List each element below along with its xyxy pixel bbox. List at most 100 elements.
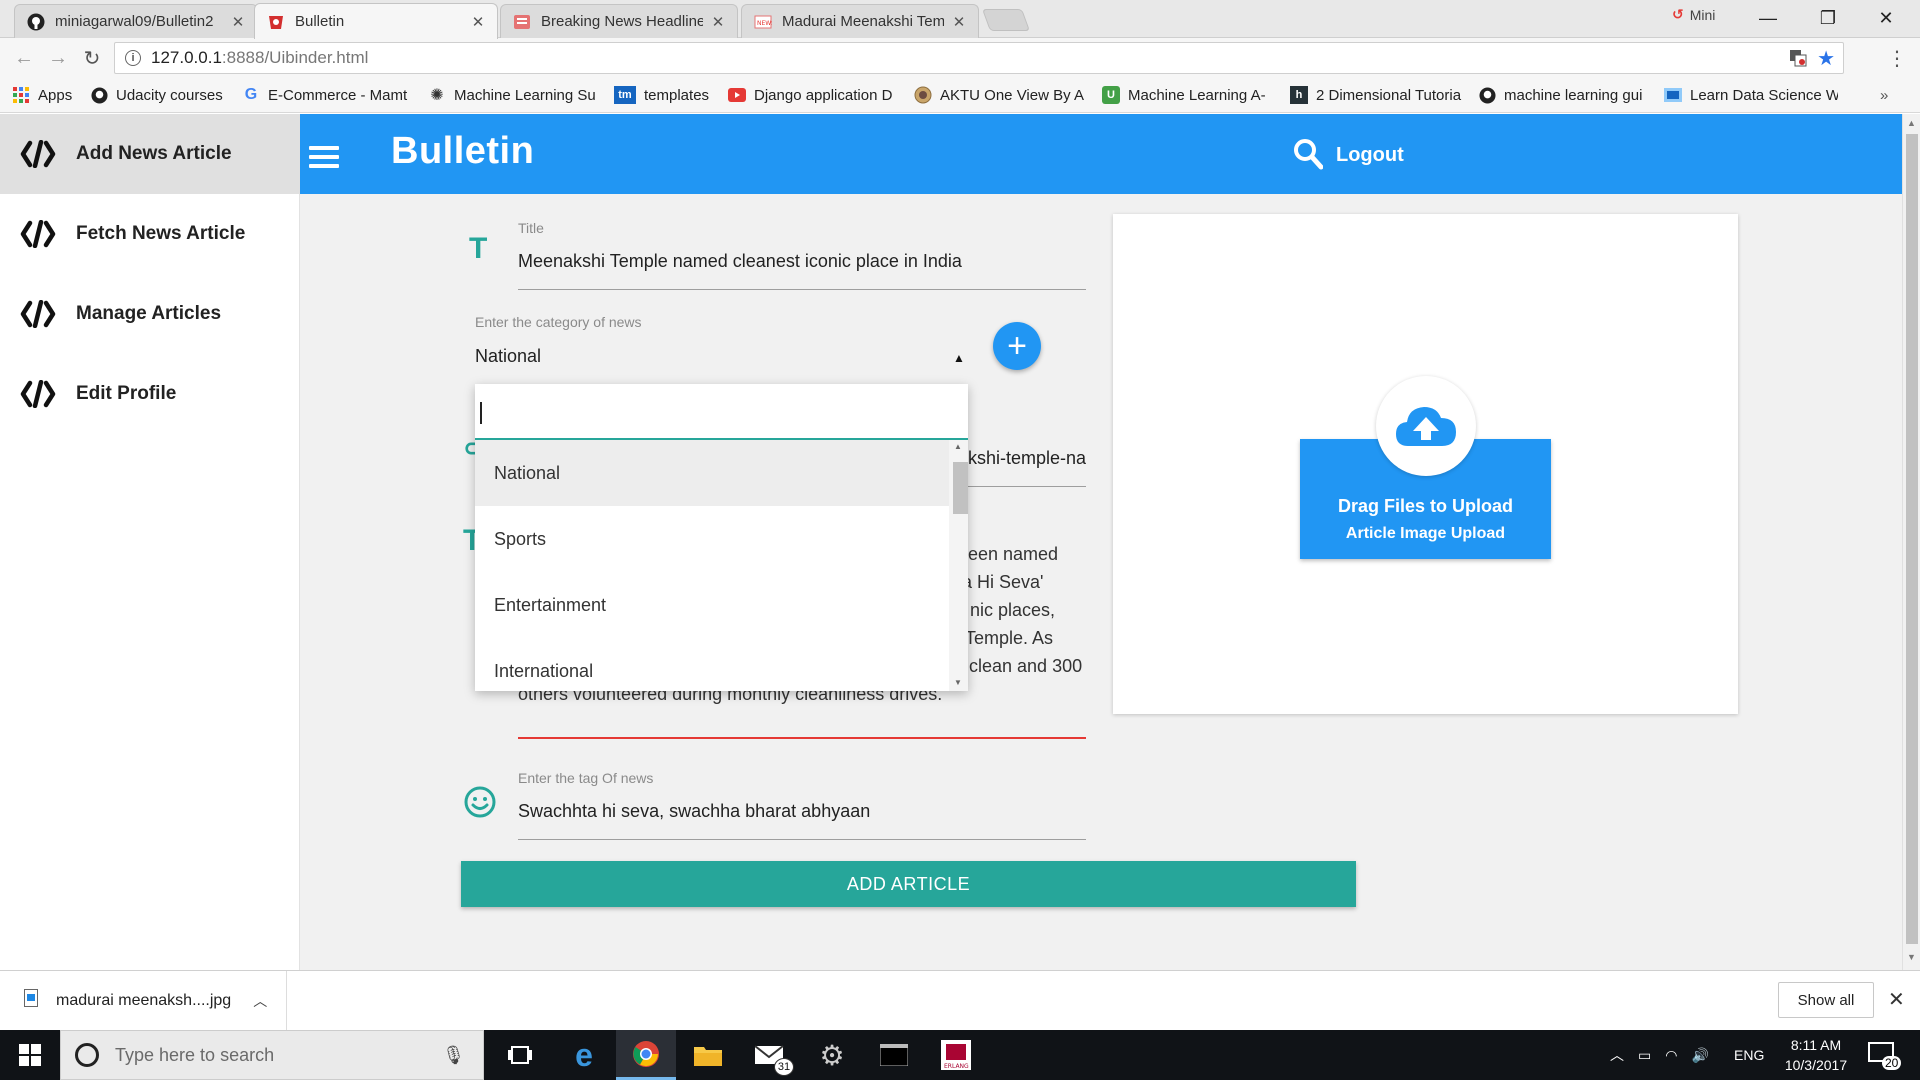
bookmark-ml-guide[interactable]: machine learning gui bbox=[1478, 84, 1650, 106]
bookmark-templates[interactable]: tm templates bbox=[614, 84, 714, 106]
mail-icon[interactable]: 31 bbox=[740, 1030, 800, 1080]
title-field-label: Title bbox=[518, 220, 544, 236]
title-input[interactable]: Meenakshi Temple named cleanest iconic p… bbox=[518, 251, 962, 272]
content-line: clean and 300 bbox=[969, 656, 1083, 676]
restore-icon[interactable]: ❐ bbox=[1800, 0, 1856, 36]
close-tab-icon[interactable]: ✕ bbox=[709, 13, 727, 31]
close-icon[interactable]: ✕ bbox=[1888, 987, 1905, 1012]
dropdown-option-national[interactable]: National bbox=[475, 440, 949, 506]
close-tab-icon[interactable]: ✕ bbox=[950, 13, 968, 31]
chevron-up-icon[interactable]: ︿ bbox=[253, 991, 267, 1011]
page-scroll-thumb[interactable] bbox=[1906, 134, 1918, 944]
bookmark-star-icon[interactable]: ★ bbox=[1817, 46, 1835, 71]
scroll-down-icon[interactable]: ▼ bbox=[954, 678, 962, 687]
terminal-icon[interactable] bbox=[864, 1030, 924, 1080]
tab-title: miniagarwal09/Bulletin2 bbox=[55, 13, 214, 30]
notification-center-icon[interactable]: 20 bbox=[1868, 1030, 1902, 1080]
code-icon bbox=[20, 140, 56, 168]
bookmark-data-science[interactable]: Learn Data Science W bbox=[1664, 84, 1838, 106]
category-select[interactable]: National bbox=[475, 346, 541, 367]
profile-icon: ↺ bbox=[1672, 6, 1684, 22]
info-icon[interactable]: i bbox=[125, 50, 141, 66]
tab-title: Bulletin bbox=[295, 13, 345, 30]
volume-icon[interactable]: 🔊 bbox=[1691, 1047, 1708, 1064]
category-search-input[interactable] bbox=[475, 384, 968, 440]
browser-tab-breaking-news[interactable]: Breaking News Headlines ✕ bbox=[500, 4, 738, 38]
edge-icon[interactable]: e bbox=[554, 1030, 614, 1080]
search-icon[interactable] bbox=[1293, 138, 1323, 170]
windows-start-icon[interactable] bbox=[0, 1030, 60, 1080]
bookmark-apps[interactable]: Apps bbox=[12, 84, 82, 106]
close-tab-icon[interactable]: ✕ bbox=[229, 13, 247, 31]
menu-icon[interactable]: ⋮ bbox=[1885, 46, 1909, 70]
content-line: a Hi Seva' bbox=[962, 572, 1044, 592]
file-explorer-icon[interactable] bbox=[678, 1030, 738, 1080]
chevron-up-icon[interactable]: ︿ bbox=[1610, 1045, 1624, 1065]
show-all-button[interactable]: Show all bbox=[1778, 982, 1874, 1018]
bookmark-ml-a[interactable]: U Machine Learning A- bbox=[1102, 84, 1272, 106]
dropdown-scroll-thumb[interactable] bbox=[953, 462, 968, 514]
add-category-button[interactable]: + bbox=[993, 322, 1041, 370]
address-bar[interactable]: i 127.0.0.1 :8888/Uibinder.html ★ bbox=[114, 42, 1844, 74]
close-window-icon[interactable]: ✕ bbox=[1858, 0, 1914, 36]
back-icon[interactable]: ← bbox=[12, 46, 36, 70]
bookmark-2d-tutorial[interactable]: h 2 Dimensional Tutoria bbox=[1290, 84, 1462, 106]
tag-input[interactable]: Swachhta hi seva, swachha bharat abhyaan bbox=[518, 801, 870, 822]
microphone-icon[interactable]: 🎙 bbox=[442, 1045, 465, 1066]
clock[interactable]: 8:11 AM 10/3/2017 bbox=[1776, 1030, 1856, 1080]
translate-icon[interactable] bbox=[1789, 49, 1807, 72]
new-tab-button[interactable] bbox=[981, 9, 1031, 31]
dropdown-scrollbar[interactable]: ▲ ▼ bbox=[949, 440, 968, 691]
upload-title: Drag Files to Upload bbox=[1337, 496, 1514, 516]
language-indicator[interactable]: ENG bbox=[1734, 1030, 1764, 1080]
sidebar-item-manage-articles[interactable]: Manage Articles bbox=[0, 274, 300, 354]
bookmark-django[interactable]: Django application D bbox=[728, 84, 898, 106]
bookmark-udacity[interactable]: Udacity courses bbox=[90, 84, 230, 106]
logout-link[interactable]: Logout bbox=[1336, 144, 1404, 167]
scroll-up-icon[interactable]: ▲ bbox=[954, 442, 962, 451]
settings-gear-icon[interactable]: ⚙ bbox=[802, 1030, 862, 1080]
profile-button[interactable]: ↺ Mini bbox=[1672, 6, 1715, 23]
browser-tab-bulletin[interactable]: Bulletin ✕ bbox=[254, 3, 498, 39]
scroll-up-icon[interactable]: ▲ bbox=[1907, 118, 1916, 128]
sidebar-item-label: Fetch News Article bbox=[76, 223, 246, 244]
dropdown-option-international[interactable]: International bbox=[475, 638, 949, 704]
bookmark-label: Machine Learning A- bbox=[1128, 86, 1266, 104]
web-page: Add News Article Fetch News Article Mana… bbox=[0, 114, 1902, 970]
content-line: een named bbox=[968, 544, 1059, 564]
cloud-upload-icon[interactable] bbox=[1376, 376, 1476, 476]
dropdown-option-sports[interactable]: Sports bbox=[475, 506, 949, 572]
url-path: :8888/Uibinder.html bbox=[221, 48, 369, 67]
forward-icon[interactable]: → bbox=[46, 46, 70, 70]
text-field-icon: T bbox=[469, 232, 488, 265]
chrome-icon[interactable] bbox=[616, 1030, 676, 1080]
minimize-icon[interactable]: — bbox=[1740, 0, 1796, 36]
bookmark-ml-su[interactable]: ✺ Machine Learning Su bbox=[428, 84, 598, 106]
erlang-icon[interactable]: ERLANG bbox=[926, 1030, 986, 1080]
reload-icon[interactable]: ↻ bbox=[80, 46, 104, 70]
sidebar-item-edit-profile[interactable]: Edit Profile bbox=[0, 354, 300, 434]
bookmark-ecommerce[interactable]: G E-Commerce - Mamt bbox=[242, 84, 412, 106]
github-icon bbox=[27, 13, 45, 31]
close-tab-icon[interactable]: ✕ bbox=[469, 13, 487, 31]
sidebar-item-label: Add News Article bbox=[76, 143, 232, 164]
url-input[interactable]: kshi-temple-na bbox=[968, 448, 1086, 469]
browser-tab-madurai[interactable]: NEWS Madurai Meenakshi Temple ✕ bbox=[741, 4, 979, 38]
mail-badge: 31 bbox=[774, 1058, 794, 1076]
more-bookmarks-icon[interactable]: » bbox=[1880, 84, 1900, 106]
dropdown-option-entertainment[interactable]: Entertainment bbox=[475, 572, 949, 638]
page-scrollbar[interactable]: ▲ ▼ bbox=[1902, 114, 1920, 970]
wifi-icon[interactable]: ◠ bbox=[1665, 1047, 1677, 1064]
hamburger-menu-icon[interactable] bbox=[309, 146, 339, 168]
download-item[interactable]: madurai meenaksh....jpg ︿ bbox=[0, 971, 287, 1030]
dropdown-arrow-icon[interactable]: ▲ bbox=[953, 351, 965, 365]
taskbar-search[interactable]: Type here to search 🎙 bbox=[60, 1030, 484, 1080]
battery-icon[interactable]: ▭ bbox=[1638, 1047, 1651, 1064]
add-article-button[interactable]: ADD ARTICLE bbox=[461, 861, 1356, 907]
scroll-down-icon[interactable]: ▼ bbox=[1907, 952, 1916, 962]
bookmark-aktu[interactable]: AKTU One View By Al bbox=[914, 84, 1084, 106]
browser-tab-github[interactable]: miniagarwal09/Bulletin2 ✕ bbox=[14, 4, 258, 38]
sidebar-item-add-news-article[interactable]: Add News Article bbox=[0, 114, 300, 194]
sidebar-item-fetch-news-article[interactable]: Fetch News Article bbox=[0, 194, 300, 274]
task-view-icon[interactable] bbox=[490, 1030, 550, 1080]
